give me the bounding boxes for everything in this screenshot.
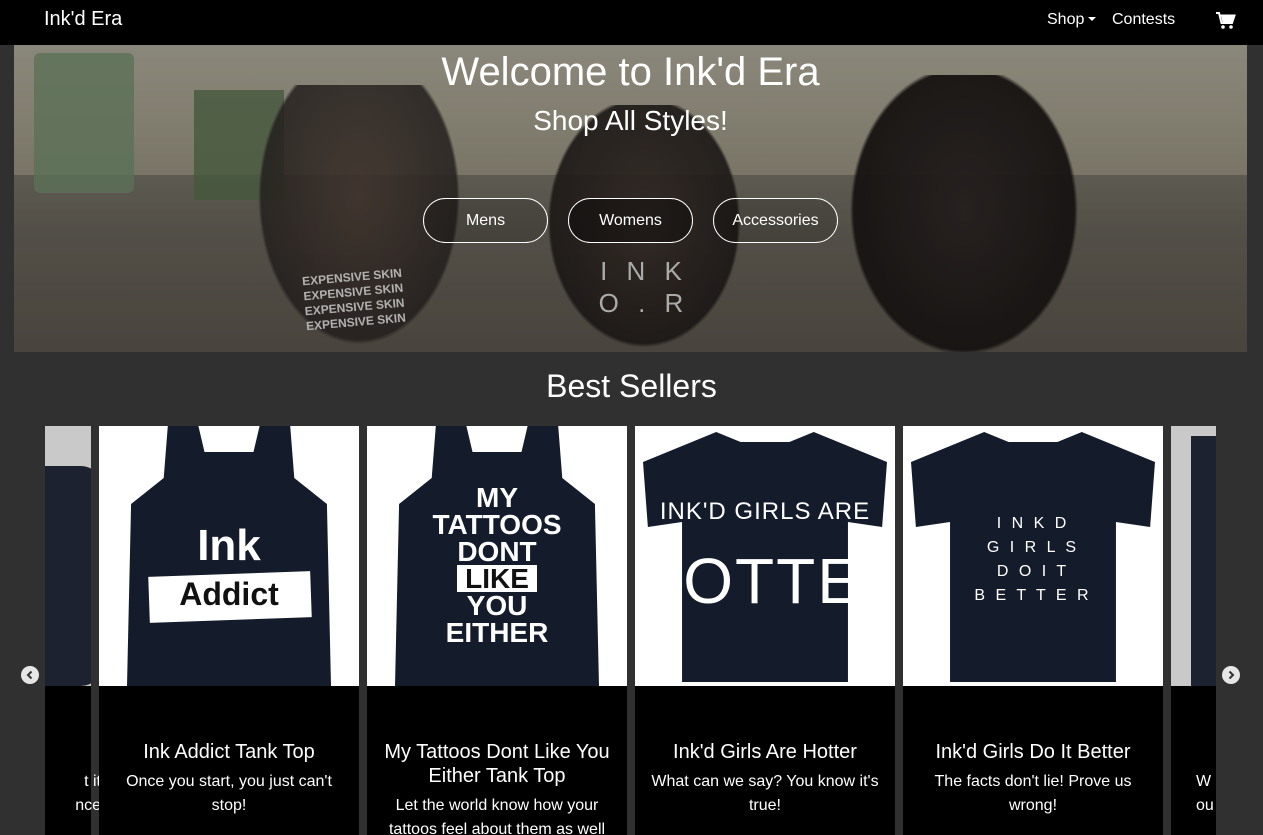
product-title[interactable]: Ink'd Girls Do It Better bbox=[913, 740, 1153, 764]
product-card[interactable]: INK'D GIRLS ARE HOTTER Ink'd Girls Are H… bbox=[635, 426, 895, 835]
contests-link[interactable]: Contests bbox=[1112, 11, 1175, 29]
best-sellers-carousel: t it nce Ink Addict Ink Addict Tank Top … bbox=[45, 426, 1216, 835]
product-card[interactable]: Ink Addict Ink Addict Tank Top Once you … bbox=[99, 426, 359, 835]
best-sellers-title: Best Sellers bbox=[546, 368, 717, 404]
brand-link[interactable]: Ink'd Era bbox=[44, 8, 122, 31]
hero-banner: EXPENSIVE SKIN EXPENSIVE SKIN EXPENSIVE … bbox=[14, 45, 1247, 352]
product-card-partial[interactable]: t it nce bbox=[45, 426, 101, 835]
shirt-print-line: MY bbox=[476, 482, 518, 513]
shirt-print-line: YOU bbox=[466, 590, 528, 621]
product-image: I N K D G I R L S D O I T B E T T E R bbox=[903, 426, 1163, 686]
product-image: INK'D GIRLS ARE HOTTER bbox=[635, 426, 895, 686]
product-image bbox=[45, 426, 91, 686]
shirt-print-line: EITHER bbox=[445, 617, 549, 648]
product-description: Let the world know how your tattoos feel… bbox=[388, 797, 606, 835]
shirt-print-line: Ink bbox=[197, 521, 261, 570]
shirt-print-line: B E T T E R bbox=[974, 587, 1092, 604]
accessories-button[interactable]: Accessories bbox=[713, 198, 838, 243]
product-card-partial[interactable]: W ou bbox=[1171, 426, 1216, 835]
shirt-print-line: TATTOOS bbox=[432, 509, 562, 540]
product-description: What can we say? You know it's true! bbox=[651, 773, 879, 814]
shirt-print-line: G I R L S bbox=[986, 539, 1080, 556]
shirt-print-line: DONT bbox=[457, 536, 537, 567]
product-image: MY TATTOOS DONT LIKE YOU EITHER bbox=[367, 426, 627, 686]
carousel-prev-button[interactable] bbox=[21, 666, 39, 684]
shirt-print-line: HOTTER bbox=[635, 545, 895, 617]
shopping-cart-icon[interactable] bbox=[1216, 12, 1236, 30]
mens-button[interactable]: Mens bbox=[423, 198, 548, 243]
caret-down-icon bbox=[1088, 17, 1097, 21]
product-image bbox=[1171, 426, 1216, 686]
shirt-print-line: Addict bbox=[179, 576, 279, 612]
shirt-print-line: D O I T bbox=[996, 563, 1070, 580]
shirt-print-line: LIKE bbox=[457, 565, 537, 593]
womens-button[interactable]: Womens bbox=[568, 198, 693, 243]
product-card[interactable]: MY TATTOOS DONT LIKE YOU EITHER My Tatto… bbox=[367, 426, 627, 835]
product-description-fragment: nce bbox=[75, 797, 101, 814]
shirt-print-line: I N K D bbox=[996, 515, 1070, 532]
product-title[interactable]: Ink Addict Tank Top bbox=[109, 740, 349, 764]
product-description-fragment: W bbox=[1196, 773, 1212, 790]
product-description: Once you start, you just can't stop! bbox=[126, 773, 332, 814]
shop-dropdown[interactable]: Shop bbox=[1047, 11, 1097, 29]
product-title[interactable]: Ink'd Girls Are Hotter bbox=[645, 740, 885, 764]
product-description: The facts don't lie! Prove us wrong! bbox=[934, 773, 1132, 814]
product-description-fragment: ou bbox=[1196, 797, 1214, 814]
product-title[interactable]: My Tattoos Dont Like You Either Tank Top bbox=[377, 740, 617, 788]
carousel-next-button[interactable] bbox=[1222, 666, 1240, 684]
navbar: Ink'd Era Shop Contests bbox=[0, 0, 1263, 45]
hero-title: Welcome to Ink'd Era bbox=[441, 50, 820, 94]
shop-label: Shop bbox=[1047, 11, 1085, 28]
hero-subtitle: Shop All Styles! bbox=[533, 105, 728, 136]
product-description-fragment: t it bbox=[84, 773, 101, 790]
product-image: Ink Addict bbox=[99, 426, 359, 686]
shirt-print-line: INK'D GIRLS ARE bbox=[659, 498, 871, 525]
product-card[interactable]: I N K D G I R L S D O I T B E T T E R In… bbox=[903, 426, 1163, 835]
